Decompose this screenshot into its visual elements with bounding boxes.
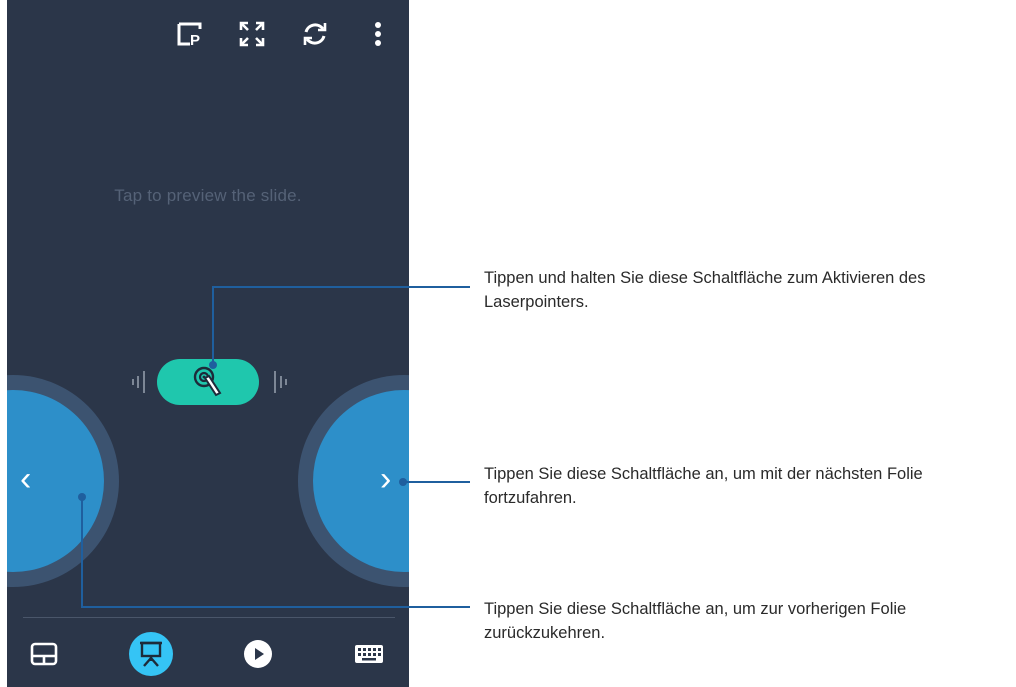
callout-lines <box>78 286 470 608</box>
callout-dot-next <box>399 478 407 486</box>
annotation-prev: Tippen Sie diese Schaltfläche an, um zur… <box>484 600 907 642</box>
annotation-next: Tippen Sie diese Schaltfläche an, um mit… <box>484 465 923 507</box>
annotation-laser: Tippen und halten Sie diese Schaltfläche… <box>484 269 926 311</box>
callout-dot-prev <box>78 493 86 501</box>
callout-dot-laser <box>209 361 217 369</box>
